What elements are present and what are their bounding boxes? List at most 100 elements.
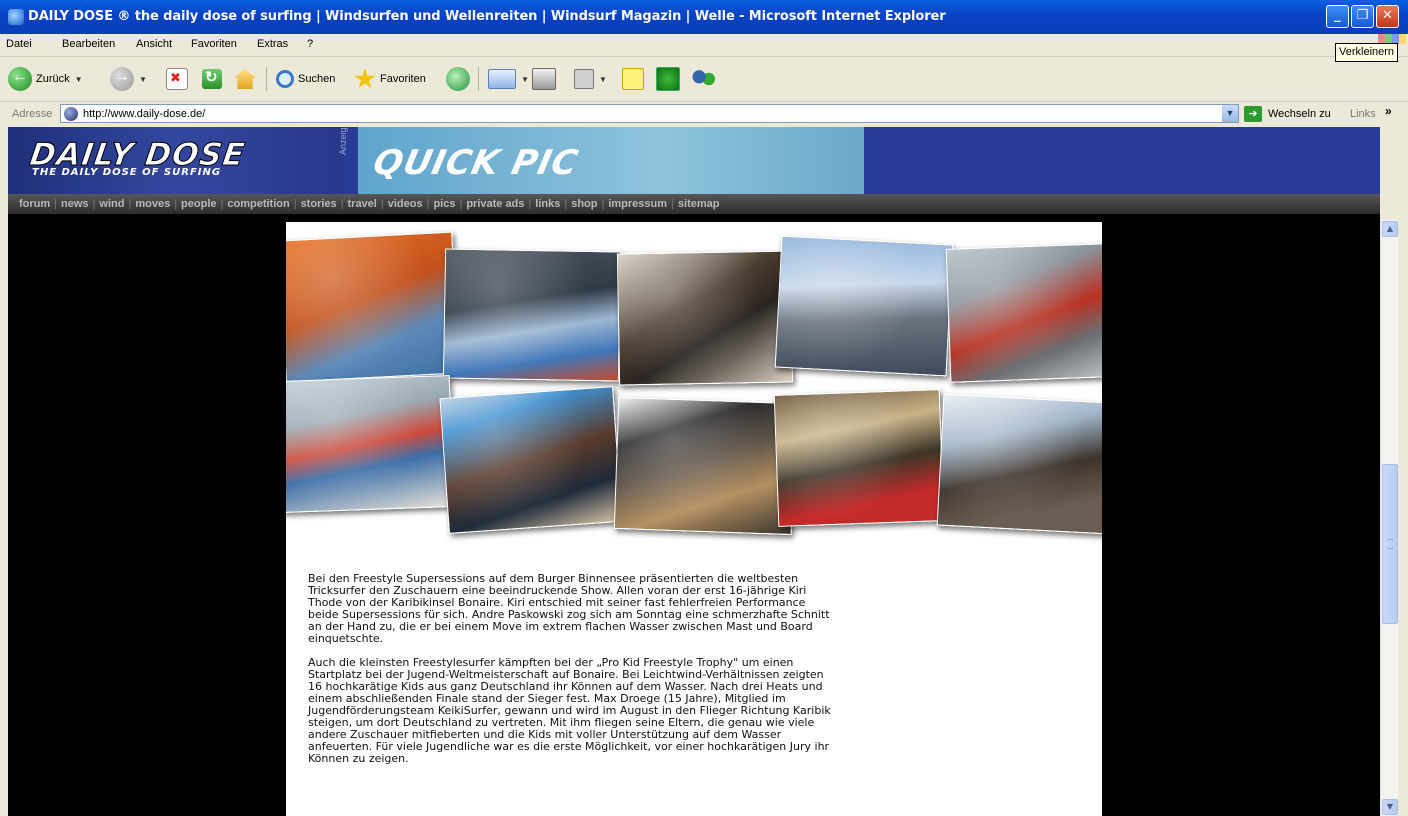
forward-arrow-icon — [110, 67, 134, 91]
nav-private-ads[interactable]: private ads — [466, 198, 524, 210]
scrollbar-grip-icon — [1387, 539, 1393, 549]
mail-dropdown-icon[interactable]: ▼ — [521, 75, 529, 84]
nav-travel[interactable]: travel — [348, 198, 377, 210]
favorites-label: Favoriten — [380, 73, 426, 85]
messenger-icon — [656, 67, 680, 91]
menu-datei[interactable]: Datei — [6, 38, 32, 50]
address-url[interactable]: http://www.daily-dose.de/ — [83, 108, 205, 120]
stop-button[interactable] — [166, 65, 188, 93]
nav-wind[interactable]: wind — [99, 198, 124, 210]
media-button[interactable] — [446, 65, 470, 93]
note-button[interactable] — [622, 65, 644, 93]
nav-people[interactable]: people — [181, 198, 216, 210]
edit-button[interactable]: ▼ — [574, 65, 607, 93]
minimize-tooltip: Verkleinern — [1335, 43, 1399, 62]
contacts-icon — [692, 68, 716, 90]
collage-photo — [613, 396, 797, 536]
back-dropdown-icon[interactable]: ▼ — [75, 75, 83, 84]
edit-dropdown-icon[interactable]: ▼ — [599, 75, 607, 84]
collage-photo — [439, 386, 623, 534]
ad-banner-text: QUICK PIC — [369, 143, 583, 183]
page-icon — [64, 107, 78, 121]
menu-help[interactable]: ? — [307, 38, 313, 50]
nav-videos[interactable]: videos — [388, 198, 423, 210]
stop-icon — [166, 68, 188, 90]
content-area: Bei den Freestyle Supersessions auf dem … — [286, 222, 1102, 816]
minimize-button[interactable]: _ — [1326, 5, 1349, 28]
page-viewport: DAILY DOSE THE DAILY DOSE OF SURFING Anz… — [8, 127, 1380, 816]
nav-impressum[interactable]: impressum — [608, 198, 667, 210]
menu-bar: Datei Bearbeiten Ansicht Favoriten Extra… — [0, 34, 1408, 57]
article-paragraph: Bei den Freestyle Supersessions auf dem … — [308, 572, 830, 645]
toolbar: Zurück ▼ ▼ Suchen Favoriten ▼ ▼ — [0, 57, 1408, 102]
media-icon — [446, 67, 470, 91]
title-bar[interactable]: DAILY DOSE ® the daily dose of surfing |… — [0, 0, 1408, 34]
nav-forum[interactable]: forum — [19, 198, 50, 210]
edit-icon — [574, 69, 594, 89]
menu-favoriten[interactable]: Favoriten — [191, 38, 237, 50]
scroll-down-icon[interactable]: ▼ — [1382, 799, 1398, 815]
menu-ansicht[interactable]: Ansicht — [136, 38, 172, 50]
mail-icon — [488, 69, 516, 89]
maximize-button[interactable]: ❐ — [1351, 5, 1374, 28]
address-dropdown-icon[interactable]: ▼ — [1222, 105, 1238, 122]
collage-photo — [945, 243, 1102, 383]
collage-photo — [616, 250, 794, 386]
back-label: Zurück — [36, 73, 70, 85]
nav-news[interactable]: news — [61, 198, 89, 210]
home-button[interactable] — [234, 65, 256, 93]
window-right-border — [1398, 127, 1408, 816]
vertical-scrollbar[interactable]: ▲ ▼ — [1380, 220, 1399, 816]
collage-photo — [936, 393, 1102, 535]
refresh-icon — [202, 68, 222, 89]
print-icon — [532, 68, 556, 90]
favorites-button[interactable]: Favoriten — [354, 65, 426, 93]
address-input[interactable]: http://www.daily-dose.de/ ▼ — [60, 104, 1239, 123]
mail-button[interactable]: ▼ — [488, 65, 529, 93]
messenger-button[interactable] — [656, 65, 680, 93]
refresh-button[interactable] — [202, 65, 222, 93]
nav-sitemap[interactable]: sitemap — [678, 198, 720, 210]
scroll-up-icon[interactable]: ▲ — [1382, 221, 1398, 237]
collage-photo — [286, 231, 460, 383]
scrollbar-thumb[interactable] — [1382, 464, 1398, 624]
article-text: Bei den Freestyle Supersessions auf dem … — [308, 573, 908, 777]
forward-button[interactable]: ▼ — [110, 65, 147, 93]
toolbar-separator — [266, 67, 267, 91]
nav-stories[interactable]: stories — [301, 198, 337, 210]
links-button[interactable]: Links — [1350, 108, 1376, 120]
logo-area[interactable]: DAILY DOSE THE DAILY DOSE OF SURFING — [8, 127, 344, 194]
nav-shop[interactable]: shop — [571, 198, 597, 210]
address-label: Adresse — [12, 108, 53, 120]
article-paragraph: Auch die kleinsten Freestylesurfer kämpf… — [308, 656, 831, 765]
nav-moves[interactable]: moves — [135, 198, 170, 210]
forward-dropdown-icon[interactable]: ▼ — [139, 75, 147, 84]
search-button[interactable]: Suchen — [276, 65, 335, 93]
favorites-star-icon — [354, 68, 376, 89]
collage-photo — [286, 375, 455, 513]
collage-photo — [773, 389, 945, 527]
nav-competition[interactable]: competition — [227, 198, 289, 210]
menu-bearbeiten[interactable]: Bearbeiten — [62, 38, 115, 50]
photo-collage — [286, 222, 1102, 542]
nav-pics[interactable]: pics — [433, 198, 455, 210]
ad-banner[interactable]: QUICK PIC — [358, 127, 864, 194]
go-button[interactable]: Wechseln zu — [1268, 108, 1331, 120]
toolbar-separator — [478, 67, 479, 91]
ie-app-icon[interactable] — [8, 9, 24, 25]
menu-extras[interactable]: Extras — [257, 38, 288, 50]
window-left-border — [0, 127, 8, 816]
links-chevron-icon[interactable]: » — [1385, 104, 1392, 118]
nav-links[interactable]: links — [535, 198, 560, 210]
ad-label: Anzeige — [338, 127, 348, 155]
close-button[interactable]: ✕ — [1376, 5, 1399, 28]
contacts-button[interactable] — [692, 65, 716, 93]
site-header: DAILY DOSE THE DAILY DOSE OF SURFING Anz… — [8, 127, 1380, 194]
back-button[interactable]: Zurück ▼ — [8, 65, 83, 93]
go-arrow-icon[interactable]: ➜ — [1244, 106, 1262, 122]
site-tagline: THE DAILY DOSE OF SURFING — [32, 167, 222, 178]
back-arrow-icon — [8, 67, 32, 91]
print-button[interactable] — [532, 65, 556, 93]
search-label: Suchen — [298, 73, 336, 85]
address-bar: Adresse http://www.daily-dose.de/ ▼ ➜ We… — [0, 102, 1408, 126]
